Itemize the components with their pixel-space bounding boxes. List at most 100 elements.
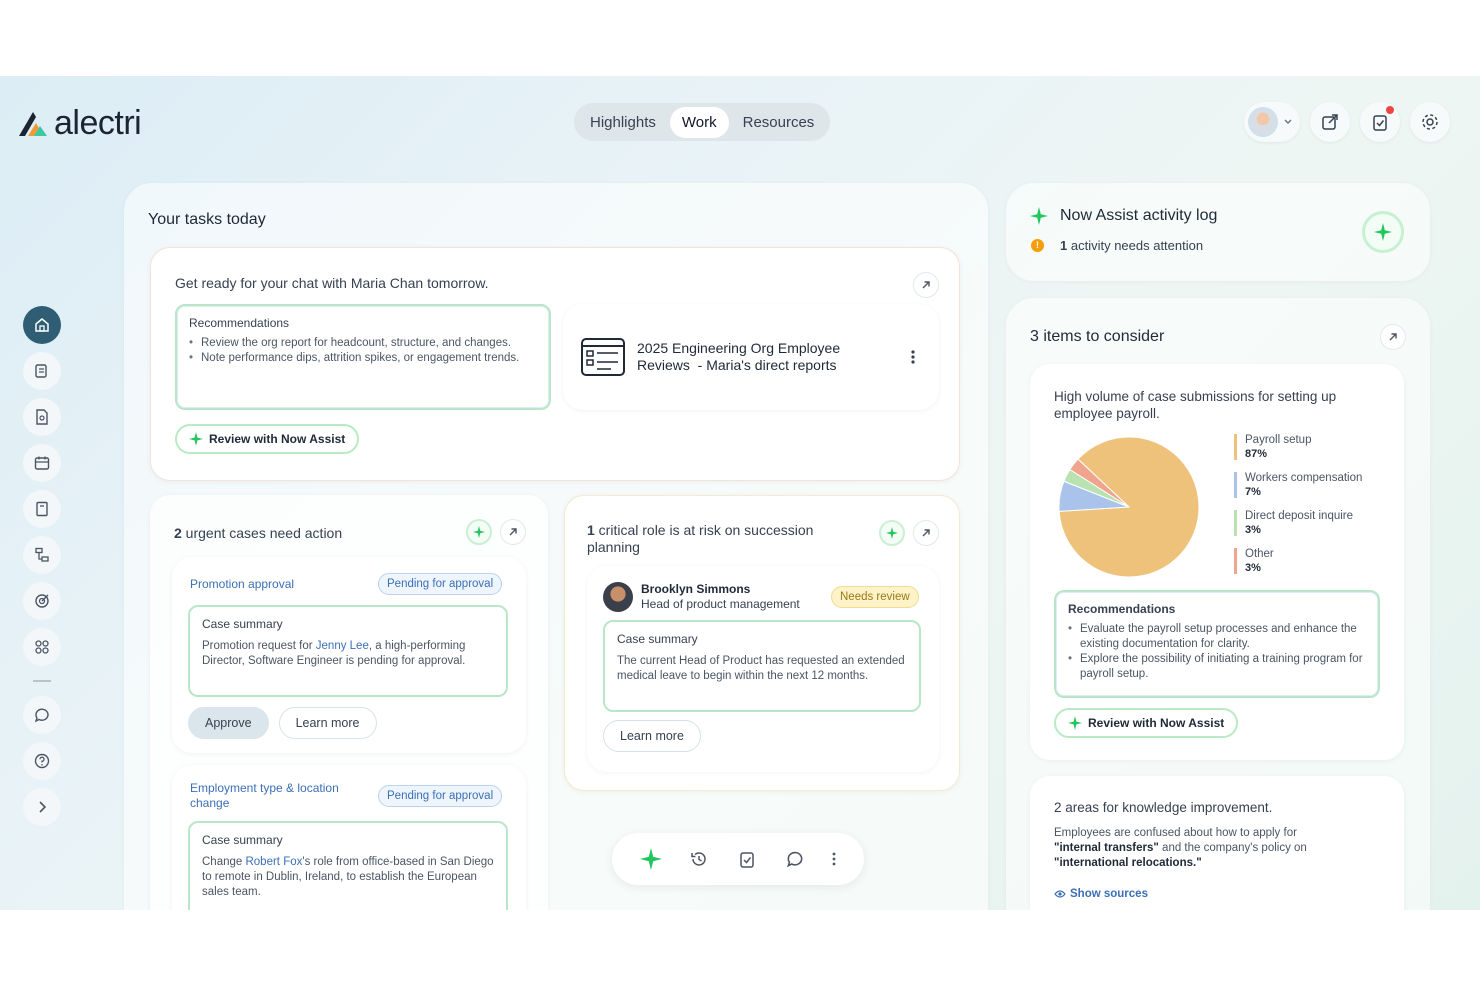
arrow-up-right-icon <box>922 529 930 537</box>
legend-value: 3% <box>1245 562 1261 574</box>
succession-summary-text: The current Head of Product has requeste… <box>617 655 905 682</box>
activity-alert-text: 1 activity needs attention <box>1060 238 1203 253</box>
chat-prep-title: Get ready for your chat with Maria Chan … <box>175 275 489 291</box>
open-succession-button[interactable] <box>913 520 939 546</box>
payroll-recommendations: Recommendations Evaluate the payroll set… <box>1054 590 1380 698</box>
succession-title-text: critical role is at risk on succession p… <box>587 522 818 555</box>
urgent-count: 2 <box>174 525 182 541</box>
tab-work[interactable]: Work <box>669 106 729 138</box>
employment-case-summary: Case summary Change Robert Fox's role fr… <box>188 821 508 910</box>
nav-goals[interactable] <box>23 582 61 620</box>
payroll-pie-chart <box>1058 436 1200 578</box>
nav-calendar[interactable] <box>23 444 61 482</box>
legend-label: Payroll setup <box>1245 434 1312 446</box>
sparkle-icon <box>473 526 485 538</box>
payroll-card: High volume of case submissions for sett… <box>1030 364 1404 760</box>
clipboard-check-icon <box>1373 115 1387 131</box>
sparkle-icon <box>1030 207 1048 225</box>
nav-documents[interactable] <box>23 352 61 390</box>
person-link[interactable]: Robert Fox <box>245 856 302 868</box>
consider-title: 3 items to consider <box>1030 328 1165 345</box>
chat-rec-title: Recommendations <box>189 316 290 330</box>
show-sources-label: Show sources <box>1070 888 1148 900</box>
knowledge-text: Employees are confused about how to appl… <box>1054 826 1364 871</box>
nav-files[interactable] <box>23 398 61 436</box>
history-icon[interactable] <box>689 849 709 869</box>
succession-title: 1 critical role is at risk on succession… <box>587 522 837 556</box>
org-chart-icon <box>35 547 49 562</box>
notification-dot <box>1386 106 1394 114</box>
person-avatar <box>603 582 633 612</box>
now-assist-launch-button[interactable] <box>1362 211 1404 253</box>
sparkle-icon[interactable] <box>639 848 662 870</box>
eye-icon <box>1054 890 1066 898</box>
learn-more-button[interactable]: Learn more <box>278 707 377 739</box>
payroll-rec-title: Recommendations <box>1068 602 1176 616</box>
tasks-button[interactable] <box>1360 102 1400 142</box>
legend-item: Other 3% <box>1234 548 1274 574</box>
show-sources-link[interactable]: Show sources <box>1054 888 1148 900</box>
open-consider-button[interactable] <box>1380 324 1406 350</box>
tab-resources[interactable]: Resources <box>731 107 827 138</box>
nav-home[interactable] <box>23 306 61 344</box>
bottom-toolbar <box>612 833 864 885</box>
urgent-assist-button[interactable] <box>466 519 492 545</box>
open-urgent-button[interactable] <box>500 519 526 545</box>
top-right-actions <box>1244 102 1450 142</box>
approve-button[interactable]: Approve <box>188 707 269 739</box>
clipboard-check-icon[interactable] <box>737 849 757 869</box>
knowledge-text-part: and the company's policy on <box>1158 842 1307 854</box>
open-chat-prep-button[interactable] <box>913 272 939 298</box>
nav-help[interactable] <box>23 742 61 780</box>
nav-notebook[interactable] <box>23 490 61 528</box>
app-logo[interactable]: alectri <box>16 104 142 143</box>
consider-panel: 3 items to consider High volume of case … <box>1006 298 1430 910</box>
sparkle-icon <box>1068 716 1082 730</box>
legend-label: Direct deposit inquire <box>1245 510 1354 522</box>
profile-menu-button[interactable] <box>1244 102 1300 142</box>
nav-expand[interactable] <box>23 788 61 826</box>
chat-icon[interactable] <box>785 849 805 869</box>
knowledge-text-part: Employees are confused about how to appl… <box>1054 827 1297 839</box>
person-link[interactable]: Jenny Lee <box>316 640 369 652</box>
more-vertical-icon[interactable] <box>911 350 915 364</box>
chevron-down-icon <box>1284 119 1292 124</box>
help-icon <box>34 753 50 769</box>
settings-button[interactable] <box>1410 102 1450 142</box>
urgent-title: 2 urgent cases need action <box>174 525 342 541</box>
needs-review-badge: Needs review <box>831 586 919 608</box>
promotion-case-type[interactable]: Promotion approval <box>190 577 294 591</box>
promotion-case-summary: Case summary Promotion request for Jenny… <box>188 605 508 697</box>
more-vertical-icon[interactable] <box>832 852 836 866</box>
succession-summary-title: Case summary <box>617 632 698 646</box>
file-icon <box>36 409 48 425</box>
succession-case-summary: Case summary The current Head of Product… <box>603 620 921 712</box>
legend-item: Payroll setup 87% <box>1234 434 1311 460</box>
person-role: Head of product management <box>641 597 800 611</box>
nav-org-chart[interactable] <box>23 536 61 574</box>
logo-icon <box>19 111 47 136</box>
legend-label: Other <box>1245 548 1274 560</box>
activity-log-title[interactable]: Now Assist activity log <box>1060 207 1217 225</box>
org-report-doc[interactable]: 2025 Engineering Org Employee Reviews - … <box>563 304 939 410</box>
promotion-actions: Approve Learn more <box>188 707 377 739</box>
succession-learn-more-button[interactable]: Learn more <box>603 720 701 752</box>
tab-highlights[interactable]: Highlights <box>578 107 668 138</box>
alert-icon: ! <box>1031 239 1044 252</box>
sparkle-icon <box>886 527 898 539</box>
nav-apps[interactable] <box>23 628 61 666</box>
payroll-review-now-assist-button[interactable]: Review with Now Assist <box>1054 708 1239 738</box>
employment-case-type[interactable]: Employment type & location change <box>190 781 339 811</box>
arrow-up-right-icon <box>509 528 517 536</box>
succession-assist-button[interactable] <box>879 520 905 546</box>
employment-type-line1: Employment type & location <box>190 781 339 795</box>
legend-item: Direct deposit inquire 3% <box>1234 510 1353 536</box>
chat-review-now-assist-button[interactable]: Review with Now Assist <box>175 424 360 454</box>
nav-divider <box>33 680 51 682</box>
nav-chat[interactable] <box>23 696 61 734</box>
urgent-title-text: urgent cases need action <box>181 525 343 541</box>
sparkle-icon <box>189 432 203 446</box>
promotion-summary-title: Case summary <box>202 617 283 631</box>
share-button[interactable] <box>1310 102 1350 142</box>
chat-prep-card: Get ready for your chat with Maria Chan … <box>150 247 960 481</box>
